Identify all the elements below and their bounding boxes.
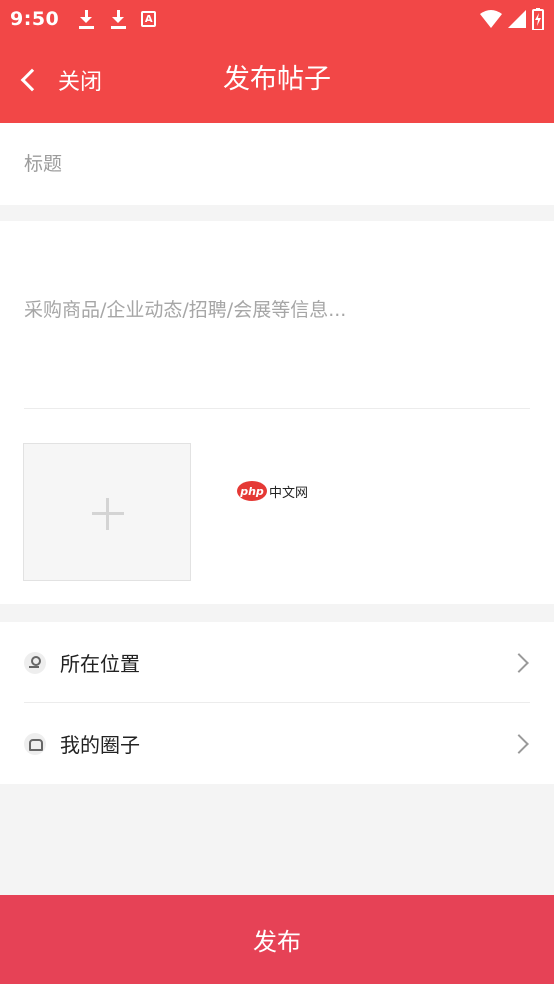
publish-button[interactable]: 发布: [0, 895, 554, 984]
watermark-logo: php: [237, 481, 267, 501]
options-list: 所在位置 我的圈子: [0, 622, 554, 784]
title-bar: 关闭 发布帖子: [0, 38, 554, 123]
status-bar: 9:50 A: [0, 0, 554, 38]
wifi-icon: [480, 10, 502, 28]
content-block: [0, 221, 554, 604]
download-icon: [109, 8, 127, 30]
watermark-text: 中文网: [269, 485, 309, 501]
notification-icons: A: [77, 8, 157, 30]
chevron-right-icon: [509, 652, 529, 673]
page-title: 发布帖子: [223, 64, 331, 95]
title-input[interactable]: [24, 153, 524, 175]
group-icon: [24, 732, 46, 755]
content-field: [24, 221, 530, 409]
watermark: php 中文网: [237, 481, 308, 501]
battery-icon: [532, 8, 544, 30]
cell-signal-icon: [508, 10, 526, 28]
download-icon: [77, 8, 95, 30]
add-image-button[interactable]: [23, 443, 191, 581]
location-label: 所在位置: [60, 652, 140, 676]
title-field: [0, 123, 554, 205]
chevron-right-icon: [509, 733, 529, 754]
a-icon: A: [141, 11, 157, 27]
status-time: 9:50: [10, 8, 60, 30]
location-option[interactable]: 所在位置: [0, 622, 554, 703]
location-icon: [24, 651, 46, 674]
system-icons: [480, 8, 544, 30]
circle-label: 我的圈子: [60, 733, 140, 757]
content-input[interactable]: [24, 221, 530, 409]
circle-option[interactable]: 我的圈子: [0, 703, 554, 784]
